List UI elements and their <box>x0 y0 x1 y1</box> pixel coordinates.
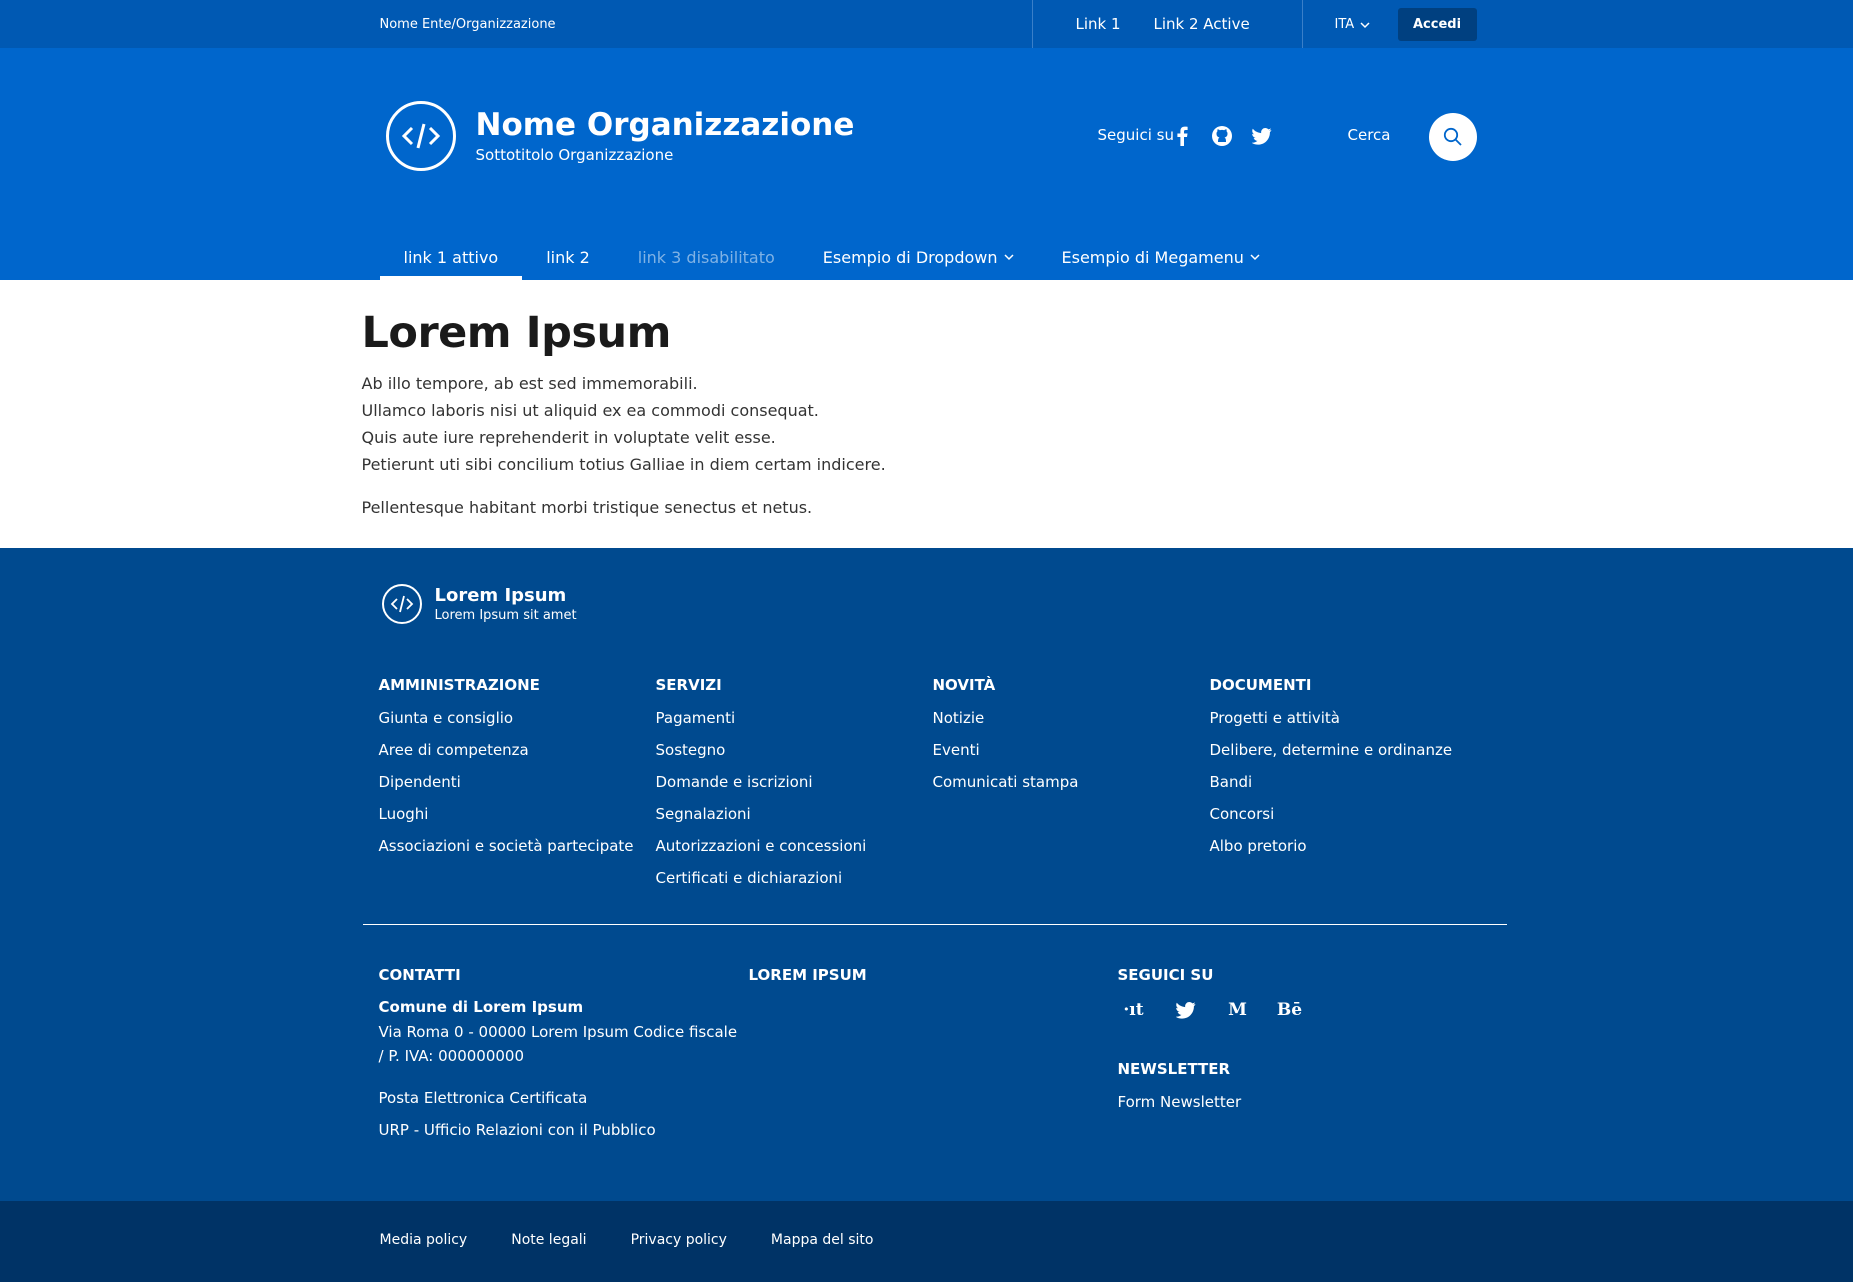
footer-link[interactable]: Aree di competenza <box>379 740 629 772</box>
nav-label: link 3 disabilitato <box>637 247 775 267</box>
footer-link[interactable]: Certificati e dichiarazioni <box>656 868 906 900</box>
page-title: Lorem Ipsum <box>361 308 672 358</box>
footer: Lorem Ipsum Lorem Ipsum sit amet AMMINIS… <box>0 548 1853 1201</box>
footer-link[interactable]: Segnalazioni <box>656 804 906 836</box>
nav-link-3-disabled: link 3 disabilitato <box>614 234 799 280</box>
search-label: Cerca <box>1347 126 1391 144</box>
slim-link-1[interactable]: Link 1 <box>1076 15 1121 33</box>
nav-label: link 1 attivo <box>403 247 499 267</box>
divider <box>1301 0 1303 48</box>
footer-divider <box>362 924 1507 925</box>
footer-lorem-column: LOREM IPSUM <box>749 966 867 998</box>
intro-line: Ullamco laboris nisi ut aliquid ex ea co… <box>361 401 819 420</box>
chevron-down-icon <box>1003 254 1014 261</box>
footer-link[interactable]: Comunicati stampa <box>933 772 1183 804</box>
intro-line: Quis aute iure reprehenderit in voluptat… <box>361 428 776 447</box>
medium-icon[interactable]: M <box>1222 998 1254 1022</box>
footer-bottom-bar: Media policy Note legali Privacy policy … <box>0 1201 1853 1282</box>
footer-link[interactable]: Sostegno <box>656 740 906 772</box>
newsletter-link[interactable]: Form Newsletter <box>1118 1092 1306 1124</box>
nav-label: Esempio di Dropdown <box>822 247 998 267</box>
footer-link[interactable]: Giunta e consiglio <box>379 708 629 740</box>
media-policy-link[interactable]: Media policy <box>380 1232 468 1248</box>
privacy-policy-link[interactable]: Privacy policy <box>631 1232 727 1248</box>
language-selector[interactable]: ITA <box>1335 17 1371 32</box>
footer-column-amministrazione: AMMINISTRAZIONE Giunta e consiglio Aree … <box>378 676 634 868</box>
legal-notes-link[interactable]: Note legali <box>511 1232 586 1248</box>
twitter-icon[interactable] <box>1170 998 1202 1022</box>
footer-contacts: CONTATTI Comune di Lorem Ipsum Via Roma … <box>379 966 739 1152</box>
footer-link[interactable]: Luoghi <box>379 804 629 836</box>
nav-label: link 2 <box>546 247 590 267</box>
footer-link[interactable]: Concorsi <box>1210 804 1460 836</box>
contact-address: Via Roma 0 - 00000 Lorem Ipsum Codice fi… <box>378 1023 738 1065</box>
github-icon[interactable] <box>1210 124 1234 148</box>
pec-link[interactable]: Posta Elettronica Certificata <box>379 1088 739 1120</box>
search-button[interactable] <box>1428 113 1477 161</box>
divider <box>1031 0 1033 48</box>
footer-link[interactable]: Dipendenti <box>379 772 629 804</box>
behance-icon[interactable]: Bē <box>1274 998 1306 1022</box>
footer-brand-subtitle: Lorem Ipsum sit amet <box>434 608 577 623</box>
slim-header: Nome Ente/Organizzazione Link 1 Link 2 A… <box>0 0 1853 48</box>
column-title: SERVIZI <box>655 676 722 694</box>
intro-line: Petierunt uti sibi concilium totius Gall… <box>361 455 886 474</box>
sitemap-link[interactable]: Mappa del sito <box>771 1232 874 1248</box>
brand-title[interactable]: Nome Organizzazione <box>476 107 855 143</box>
column-title: LOREM IPSUM <box>748 966 867 984</box>
facebook-icon[interactable] <box>1170 124 1194 148</box>
nav-megamenu[interactable]: Esempio di Megamenu <box>1038 234 1284 280</box>
nav-dropdown[interactable]: Esempio di Dropdown <box>799 234 1038 280</box>
column-title: DOCUMENTI <box>1209 676 1312 694</box>
code-logo-icon[interactable] <box>381 584 422 624</box>
org-name-link[interactable]: Nome Ente/Organizzazione <box>380 17 556 32</box>
center-header: Nome Organizzazione Sottotitolo Organizz… <box>0 48 1853 280</box>
column-title: NOVITÀ <box>932 676 996 694</box>
designers-italia-icon[interactable]: ·ıt <box>1118 998 1150 1022</box>
urp-link[interactable]: URP - Ufficio Relazioni con il Pubblico <box>379 1120 739 1152</box>
footer-link[interactable]: Albo pretorio <box>1210 836 1460 868</box>
social-icons: ·ıt M Bē <box>1118 998 1306 1022</box>
code-logo-icon[interactable] <box>385 101 456 171</box>
footer-column-novita: NOVITÀ Notizie Eventi Comunicati stampa <box>933 676 1183 804</box>
nav-link-2[interactable]: link 2 <box>522 234 614 280</box>
newsletter-title: NEWSLETTER <box>1117 1060 1231 1078</box>
column-title: AMMINISTRAZIONE <box>378 676 540 694</box>
search-icon <box>1443 127 1462 146</box>
footer-link[interactable]: Bandi <box>1210 772 1460 804</box>
intro-paragraph: Ab illo tempore, ab est sed immemorabili… <box>362 370 886 478</box>
nav-label: Esempio di Megamenu <box>1061 247 1244 267</box>
column-title: SEGUICI SU <box>1117 966 1214 984</box>
footer-link[interactable]: Eventi <box>933 740 1183 772</box>
footer-follow: SEGUICI SU ·ıt M Bē NEWSLETTER Form News… <box>1118 966 1306 1124</box>
legal-links: Media policy Note legali Privacy policy … <box>380 1232 874 1248</box>
main-navigation: link 1 attivo link 2 link 3 disabilitato… <box>379 234 1284 280</box>
footer-link[interactable]: Autorizzazioni e concessioni <box>656 836 906 868</box>
contact-name: Comune di Lorem Ipsum <box>378 998 584 1016</box>
brand-subtitle: Sottotitolo Organizzazione <box>475 146 674 164</box>
chevron-down-icon <box>1360 21 1370 28</box>
login-button[interactable]: Accedi <box>1397 8 1477 41</box>
main-content: Lorem Ipsum Ab illo tempore, ab est sed … <box>0 280 1853 548</box>
second-paragraph: Pellentesque habitant morbi tristique se… <box>361 498 813 517</box>
nav-link-1[interactable]: link 1 attivo <box>379 234 523 280</box>
slim-link-2[interactable]: Link 2 Active <box>1154 15 1250 33</box>
footer-brand-title[interactable]: Lorem Ipsum <box>435 585 567 606</box>
twitter-icon[interactable] <box>1250 124 1274 148</box>
follow-label: Seguici su <box>1097 126 1174 144</box>
footer-link[interactable]: Delibere, determine e ordinanze <box>1210 740 1460 772</box>
footer-link[interactable]: Associazioni e società partecipate <box>379 836 634 868</box>
footer-link[interactable]: Pagamenti <box>656 708 906 740</box>
intro-line: Ab illo tempore, ab est sed immemorabili… <box>361 374 698 393</box>
footer-link[interactable]: Notizie <box>933 708 1183 740</box>
footer-column-servizi: SERVIZI Pagamenti Sostegno Domande e isc… <box>656 676 906 900</box>
chevron-down-icon <box>1250 254 1260 261</box>
language-label: ITA <box>1334 17 1355 32</box>
column-title: CONTATTI <box>378 966 461 984</box>
footer-column-documenti: DOCUMENTI Progetti e attività Delibere, … <box>1210 676 1460 868</box>
footer-link[interactable]: Domande e iscrizioni <box>656 772 906 804</box>
footer-link[interactable]: Progetti e attività <box>1210 708 1460 740</box>
